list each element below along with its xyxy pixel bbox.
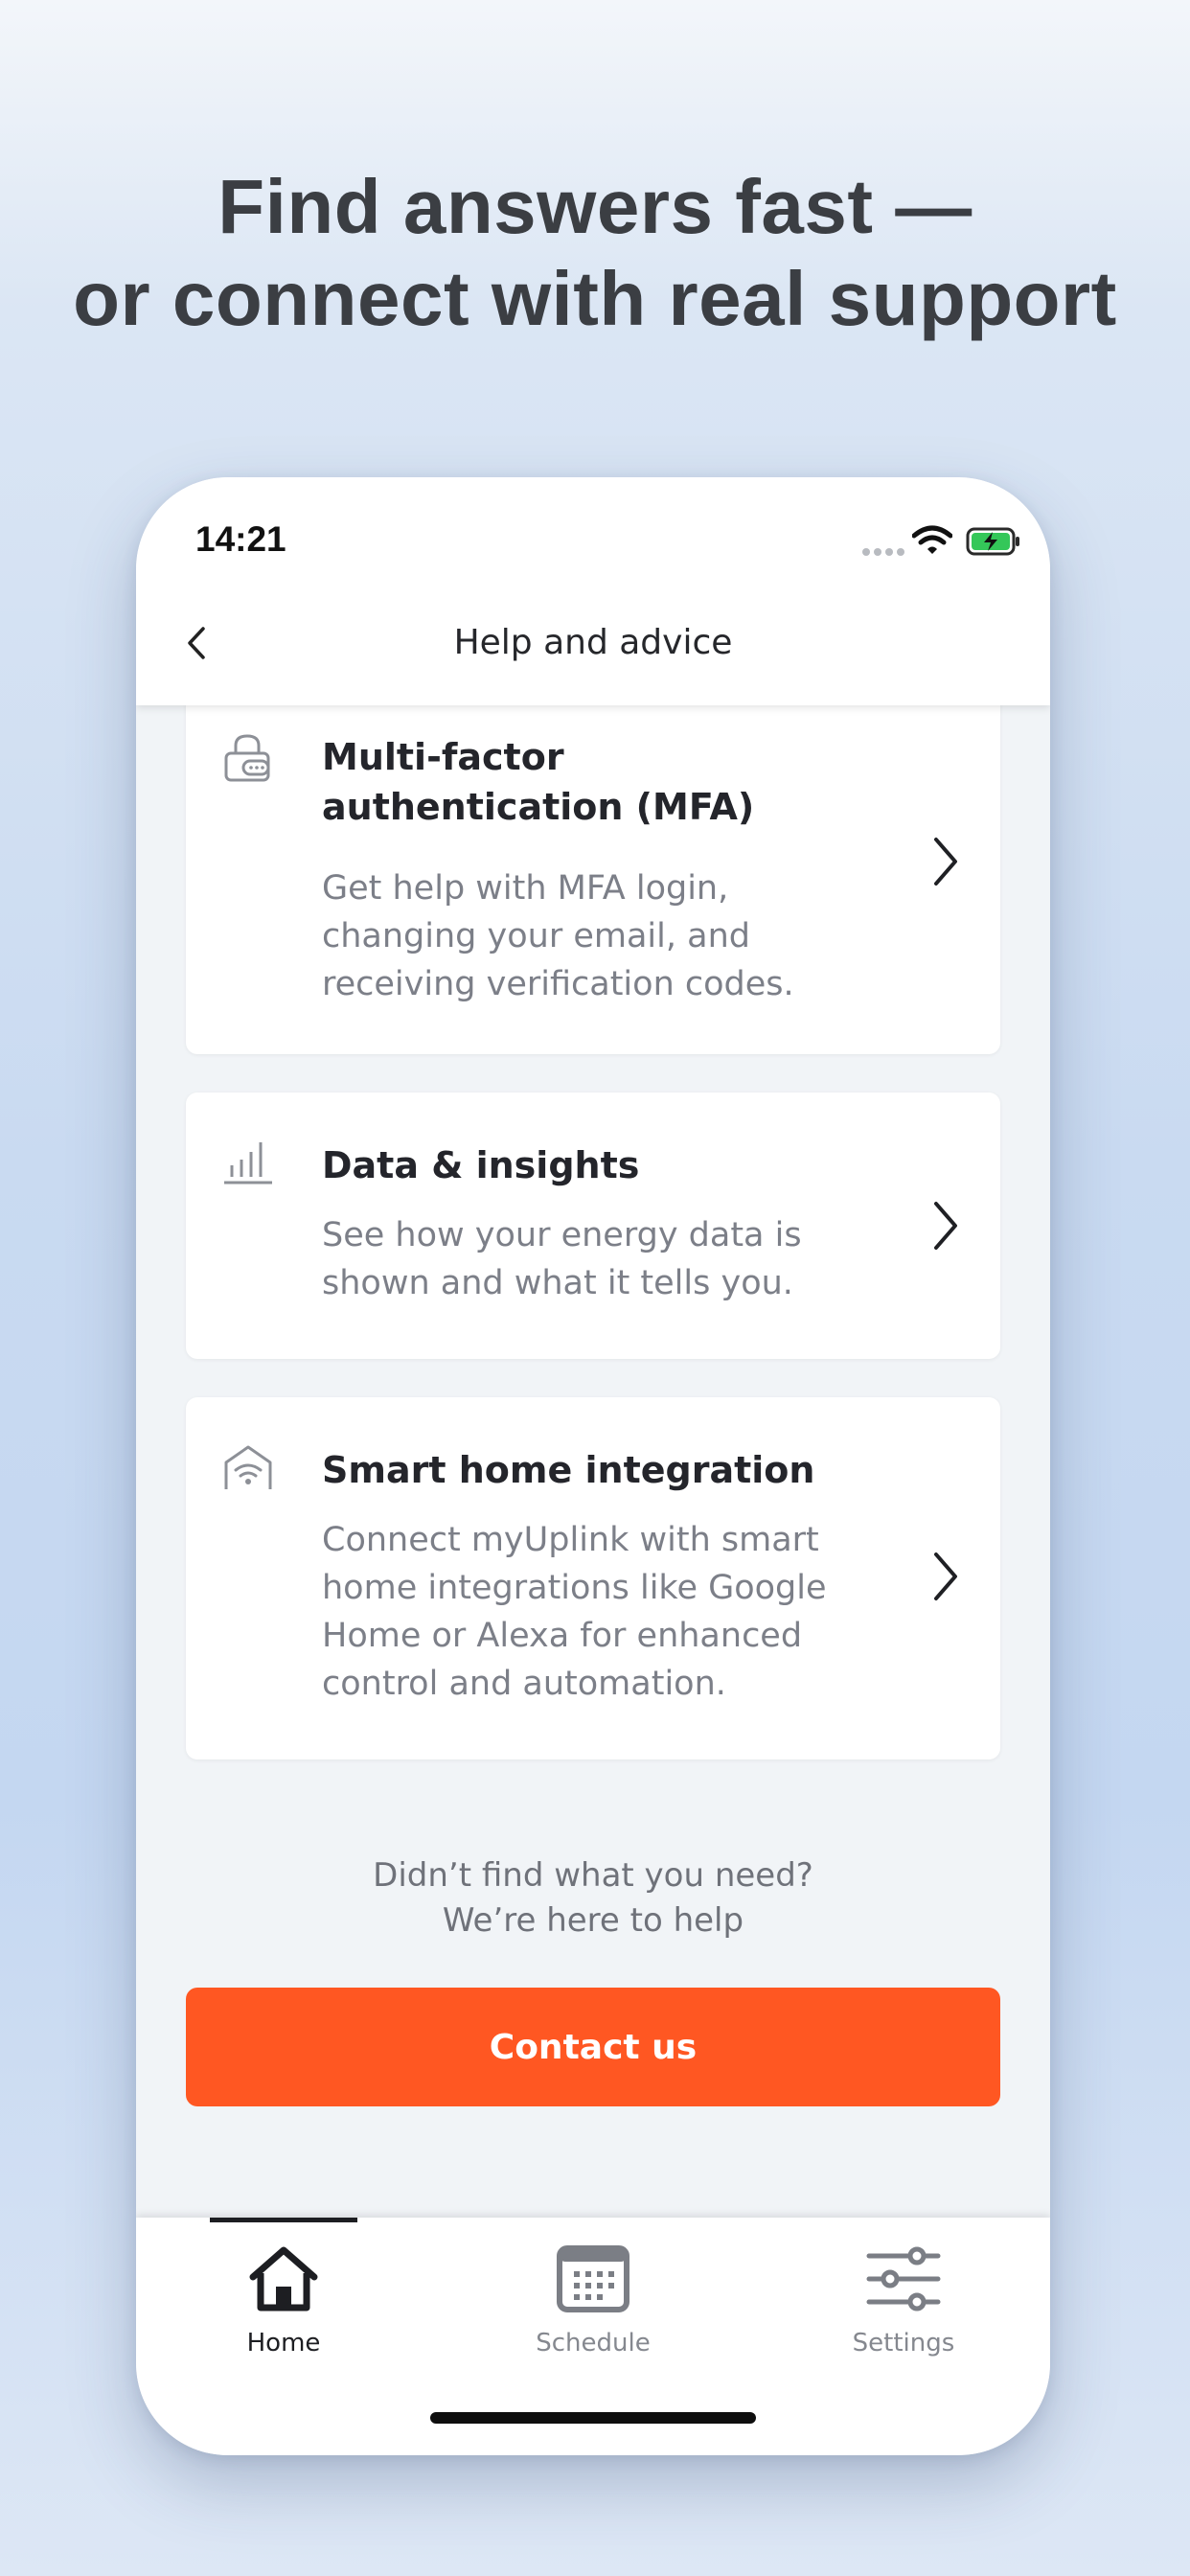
card-description-line: home integrations like Google [322,1569,827,1607]
card-description-line: control and automation. [322,1665,726,1703]
card-smart-home[interactable]: Smart home integration Connect myUplink … [186,1397,1000,1760]
card-description: Connect myUplink with smart home integra… [322,1516,858,1708]
chevron-right-icon [934,1552,957,1600]
calendar-icon [557,2245,629,2312]
lock-icon [224,734,270,782]
card-description: Get help with MFA login, changing your e… [322,864,858,1008]
home-indicator [430,2412,756,2424]
card-description-line: Get help with MFA login, [322,869,729,908]
card-title: Multi-factor authentication (MFA) [322,732,754,832]
card-description-line: Home or Alexa for enhanced [322,1617,803,1655]
tab-settings[interactable]: Settings [822,2218,985,2371]
battery-charging-icon [966,527,1019,556]
card-title: Data & insights [322,1144,640,1186]
help-prompt-line: We’re here to help [442,1901,744,1940]
bar-chart-icon [224,1142,272,1184]
card-description-line: changing your email, and [322,917,750,955]
active-tab-indicator [210,2218,357,2222]
tab-home[interactable]: Home [202,2218,365,2371]
card-description-line: shown and what it tells you. [322,1264,793,1302]
tab-schedule[interactable]: Schedule [512,2218,675,2371]
card-description: See how your energy data is shown and wh… [322,1211,858,1307]
chevron-right-icon [934,838,957,886]
headline: Find answers fast — or connect with real… [0,161,1190,345]
smart-home-icon [224,1445,272,1489]
card-description-line: receiving verification codes. [322,965,794,1003]
help-prompt: Didn’t find what you need? We’re here to… [136,1853,1050,1944]
tab-label: Settings [852,2329,955,2358]
card-data-insights[interactable]: Data & insights See how your energy data… [186,1092,1000,1359]
cellular-signal-icon [862,548,904,556]
tab-label: Home [246,2329,321,2358]
tab-label: Schedule [536,2329,651,2358]
phone-frame: 14:21 Help and advice Multi-factor authe… [136,477,1050,2455]
card-mfa[interactable]: Multi-factor authentication (MFA) Get he… [186,694,1000,1054]
card-title-line: authentication (MFA) [322,786,755,828]
headline-line-2: or connect with real support [73,256,1117,341]
tab-bar: Home Schedule Settings [136,2218,1050,2455]
top-bar: 14:21 Help and advice [136,477,1050,705]
contact-us-button[interactable]: Contact us [186,1988,1000,2106]
status-time: 14:21 [195,519,286,559]
card-description-line: Connect myUplink with smart [322,1521,819,1559]
card-title: Smart home integration [322,1449,815,1491]
headline-line-1: Find answers fast — [217,164,973,249]
help-prompt-line: Didn’t find what you need? [373,1856,813,1895]
card-title-line: Multi-factor [322,736,564,778]
sliders-icon [866,2246,941,2312]
card-description-line: See how your energy data is [322,1216,802,1254]
page-title: Help and advice [453,623,733,662]
chevron-right-icon [934,1202,957,1250]
home-icon [249,2246,318,2312]
wifi-icon [912,525,952,554]
